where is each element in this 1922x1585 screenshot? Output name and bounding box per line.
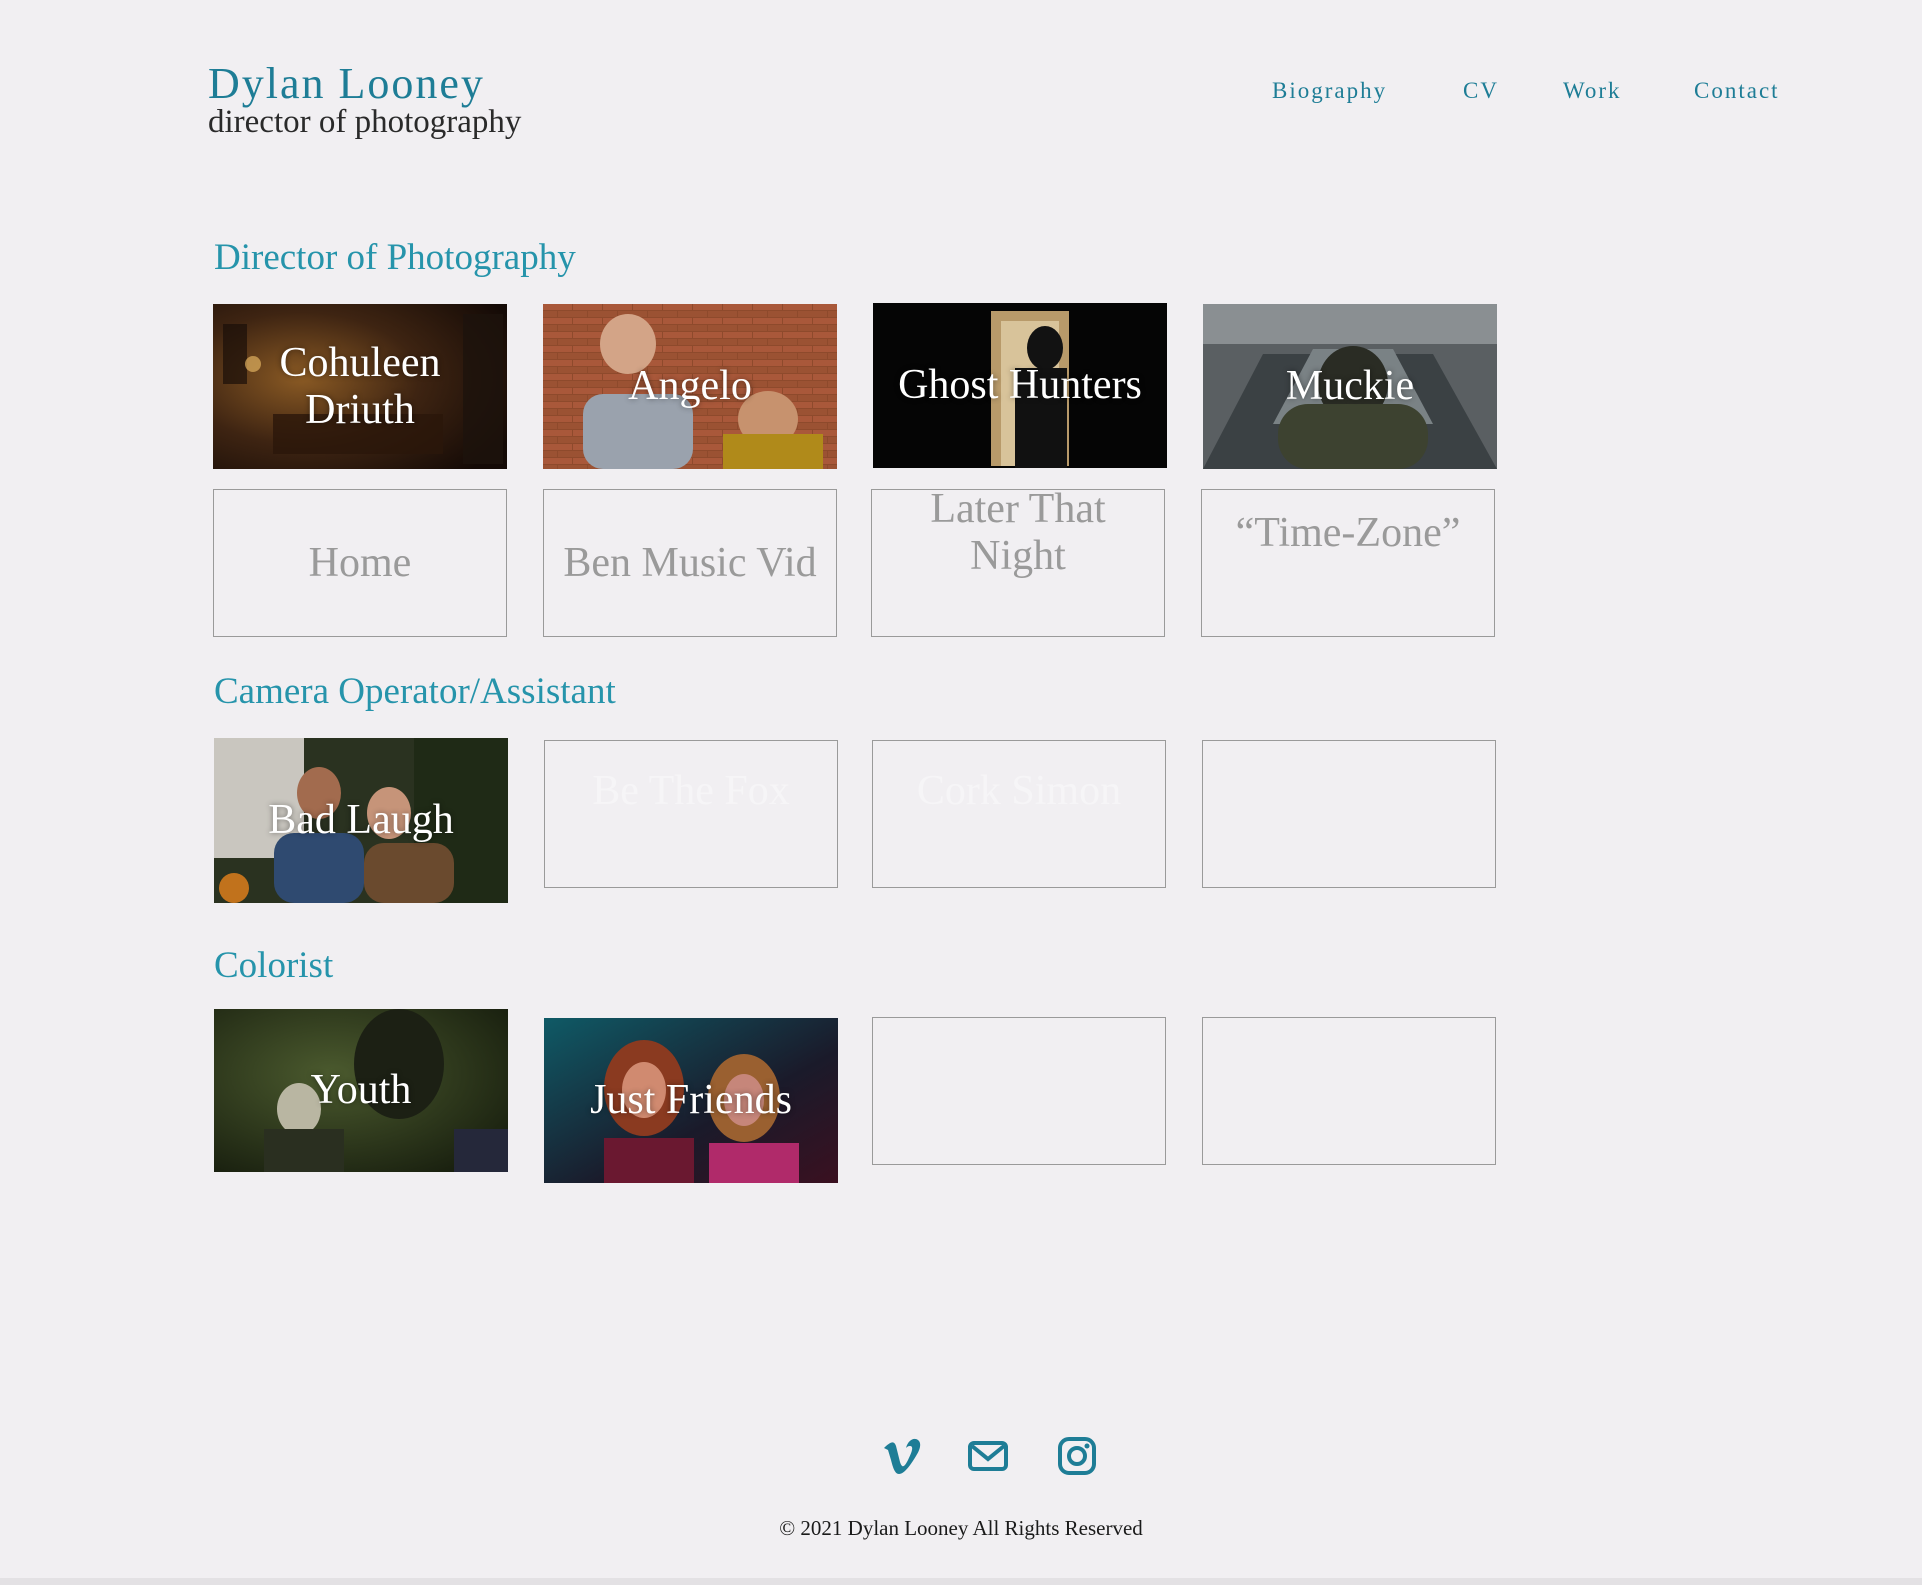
project-label: Angelo [628,363,752,409]
project-label: Home [308,539,412,586]
project-tile-home[interactable]: Home [213,489,507,637]
project-tile-be-the-fox[interactable]: Be The Fox [544,740,838,888]
project-tile-just-friends[interactable]: Just Friends [544,1018,838,1183]
mail-icon[interactable] [966,1434,1010,1478]
project-label: Later That Night [930,489,1106,579]
section-title-camera: Camera Operator/Assistant [214,671,616,712]
main-nav: Biography CV Work Contact [0,78,1922,108]
project-tile-later-that-night[interactable]: Later That Night [871,489,1165,637]
project-tile-angelo[interactable]: Angelo [543,304,837,469]
project-tile-cork-simon[interactable]: Cork Simon [872,740,1166,888]
project-tile-muckie[interactable]: Muckie [1203,304,1497,469]
nav-contact[interactable]: Contact [1694,78,1780,104]
project-label: Ghost Hunters [898,362,1142,408]
project-label: Ben Music Vid [563,539,817,586]
project-tile-empty[interactable] [872,1017,1166,1165]
project-tile-youth[interactable]: Youth [214,1009,508,1172]
project-tile-ghost-hunters[interactable]: Ghost Hunters [873,303,1167,468]
instagram-icon[interactable] [1055,1434,1099,1478]
copyright-text: © 2021 Dylan Looney All Rights Reserved [779,1516,1143,1540]
project-label: Muckie [1285,363,1415,409]
section-title-colorist: Colorist [214,945,334,986]
nav-cv[interactable]: CV [1463,78,1499,104]
project-label: “Time-Zone” [1235,510,1461,556]
nav-biography[interactable]: Biography [1272,78,1387,104]
project-label: Cohuleen Driuth [279,339,441,433]
project-tile-empty[interactable] [1202,740,1496,888]
project-label: Cork Simon [916,768,1122,814]
vimeo-icon[interactable] [880,1434,924,1478]
project-tile-ben-music-vid[interactable]: Ben Music Vid [543,489,837,637]
project-label: Youth [310,1067,412,1113]
section-title-dop: Director of Photography [214,237,576,278]
site-subtitle: director of photography [208,104,522,140]
project-tile-empty[interactable] [1202,1017,1496,1165]
social-links [0,1434,1922,1478]
project-label: Bad Laugh [268,797,454,843]
project-tile-cohuleen-driuth[interactable]: Cohuleen Driuth [213,304,507,469]
page-bottom-border [0,1578,1922,1585]
project-tile-time-zone[interactable]: “Time-Zone” [1201,489,1495,637]
project-label: Just Friends [590,1077,792,1123]
project-tile-bad-laugh[interactable]: Bad Laugh [214,738,508,903]
project-label: Be The Fox [592,768,790,814]
nav-work[interactable]: Work [1563,78,1622,104]
